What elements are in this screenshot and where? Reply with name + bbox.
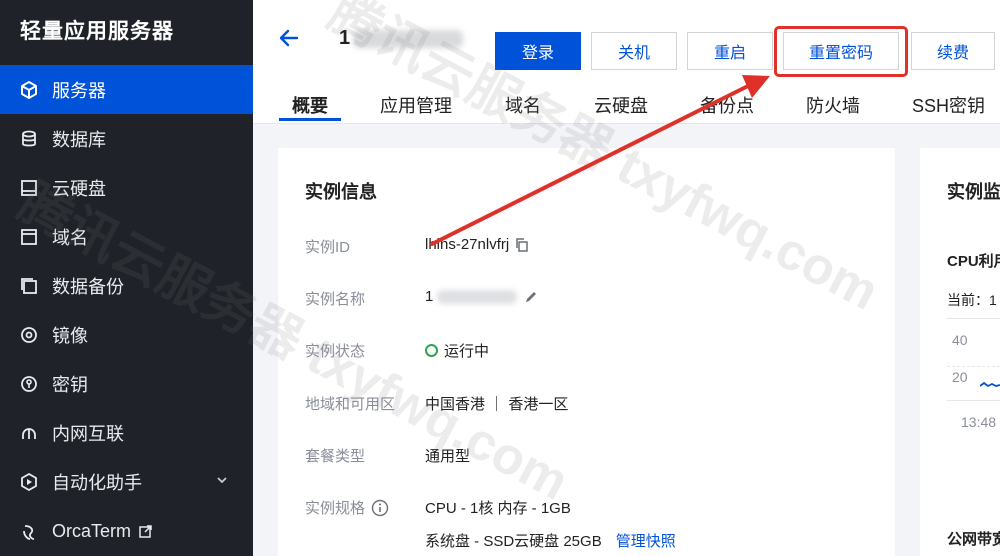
chevron-down-icon[interactable] [215, 473, 229, 487]
cpu-usage-label: CPU利用 [947, 253, 1000, 270]
chart-gridline [947, 366, 1000, 367]
sidebar-item-label: 数据备份 [52, 276, 124, 297]
sidebar-item-backup[interactable]: 数据备份 [0, 261, 253, 310]
orcaterm-icon [18, 521, 40, 543]
backup-icon [18, 275, 40, 297]
active-tab-underline [279, 118, 341, 121]
sidebar-item-label: 数据库 [52, 129, 106, 150]
highlight-box [774, 26, 908, 77]
instance-name-label: 实例名称 [305, 291, 366, 308]
tab-backup-point[interactable]: 备份点 [700, 92, 754, 118]
sidebar-item-orcaterm[interactable]: OrcaTerm [0, 507, 253, 556]
package-type-value: 通用型 [425, 448, 471, 465]
chart-gridline [947, 318, 1000, 319]
tab-cloud-disk[interactable]: 云硬盘 [594, 92, 648, 118]
info-icon[interactable] [371, 499, 389, 517]
tab-ssh-key[interactable]: SSH密钥 [912, 92, 985, 118]
instance-status-label: 实例状态 [305, 343, 366, 360]
sidebar: 轻量应用服务器 服务器 数据库 云硬盘 域名 数据备份 镜像 密钥 内网互联 自… [0, 0, 253, 556]
instance-status-value: 运行中 [425, 340, 489, 361]
tab-bar: 概要 应用管理 域名 云硬盘 备份点 防火墙 SSH密钥 [253, 80, 1000, 124]
sidebar-item-label: 域名 [52, 227, 88, 248]
instance-info-title: 实例信息 [305, 182, 377, 202]
sidebar-title: 轻量应用服务器 [20, 20, 174, 43]
back-arrow-icon[interactable] [277, 26, 301, 50]
instance-info-card: 实例信息 实例ID lhins-27nlvfrj 实例名称 1 实例状态 运行中… [278, 148, 895, 556]
status-running-icon [425, 344, 438, 357]
sidebar-item-database[interactable]: 数据库 [0, 114, 253, 163]
database-icon [18, 128, 40, 150]
sidebar-item-cloud-disk[interactable]: 云硬盘 [0, 163, 253, 212]
automation-icon [18, 471, 40, 493]
login-button[interactable]: 登录 [495, 32, 581, 70]
monitor-title: 实例监 [947, 182, 1000, 202]
current-value-label: 当前：1 [947, 292, 997, 308]
instance-title: 1 [339, 27, 351, 49]
status-text: 运行中 [444, 343, 490, 360]
tab-domain[interactable]: 域名 [505, 92, 541, 118]
blurred-ip [353, 30, 463, 48]
system-disk-row: 系统盘 - SSD云硬盘 25GB 管理快照 [425, 530, 676, 551]
instance-id-text: lhins-27nlvfrj [425, 236, 510, 253]
disk-icon [18, 177, 40, 199]
sidebar-item-domain[interactable]: 域名 [0, 212, 253, 261]
restart-button[interactable]: 重启 [687, 32, 773, 70]
sidebar-item-label: 内网互联 [52, 423, 124, 444]
instance-name-text: 1 [425, 288, 434, 305]
tab-app-management[interactable]: 应用管理 [380, 92, 452, 118]
time-axis-label: 13:48 [961, 414, 997, 430]
blurred-name [437, 289, 518, 304]
instance-spec-label-row: 实例规格 [305, 497, 389, 518]
chart-gridline [947, 400, 1000, 401]
sidebar-item-automation[interactable]: 自动化助手 [0, 457, 253, 506]
manage-snapshot-link[interactable]: 管理快照 [616, 530, 676, 551]
sidebar-item-label: 服务器 [52, 80, 106, 101]
sidebar-item-label: 镜像 [52, 325, 88, 346]
sidebar-item-label: 密钥 [52, 374, 88, 395]
instance-id-label: 实例ID [305, 239, 351, 256]
instance-name-value: 1 [425, 288, 539, 305]
sidebar-item-key[interactable]: 密钥 [0, 359, 253, 408]
sidebar-item-label: 云硬盘 [52, 178, 106, 199]
system-disk-value: 系统盘 - SSD云硬盘 25GB [425, 533, 602, 550]
cpu-line-series [980, 381, 1000, 388]
copy-icon[interactable] [515, 237, 529, 252]
axis-label-20: 20 [952, 369, 968, 385]
sidebar-item-image[interactable]: 镜像 [0, 310, 253, 359]
instance-spec-value: CPU - 1核 内存 - 1GB [425, 500, 571, 517]
edit-icon[interactable] [523, 289, 539, 305]
shutdown-button[interactable]: 关机 [591, 32, 677, 70]
image-icon [18, 324, 40, 346]
page-header: 1 登录 关机 重启 重置密码 续费 概要 应用管理 域名 云硬盘 备份点 防火… [253, 0, 1000, 124]
cube-icon [18, 79, 40, 101]
region-label: 地域和可用区 [305, 396, 396, 413]
instance-monitor-card: 实例监 CPU利用 当前：1 40 20 13:48 公网带宽 [920, 148, 1000, 556]
sidebar-item-server[interactable]: 服务器 [0, 65, 253, 114]
sidebar-item-network[interactable]: 内网互联 [0, 408, 253, 457]
domain-icon [18, 226, 40, 248]
sidebar-item-label: OrcaTerm [52, 521, 132, 541]
tab-firewall[interactable]: 防火墙 [806, 92, 860, 118]
network-icon [18, 422, 40, 444]
region-value: 中国香港 ｜ 香港一区 [425, 396, 569, 413]
bandwidth-label: 公网带宽 [947, 531, 1000, 548]
sidebar-item-label: 自动化助手 [52, 472, 142, 493]
package-type-label: 套餐类型 [305, 448, 366, 465]
key-icon [18, 373, 40, 395]
instance-id-value: lhins-27nlvfrj [425, 236, 529, 253]
renew-button[interactable]: 续费 [911, 32, 995, 70]
axis-label-40: 40 [952, 332, 968, 348]
external-link-icon [139, 525, 152, 538]
instance-spec-label: 实例规格 [305, 500, 366, 517]
tab-overview[interactable]: 概要 [292, 92, 328, 118]
